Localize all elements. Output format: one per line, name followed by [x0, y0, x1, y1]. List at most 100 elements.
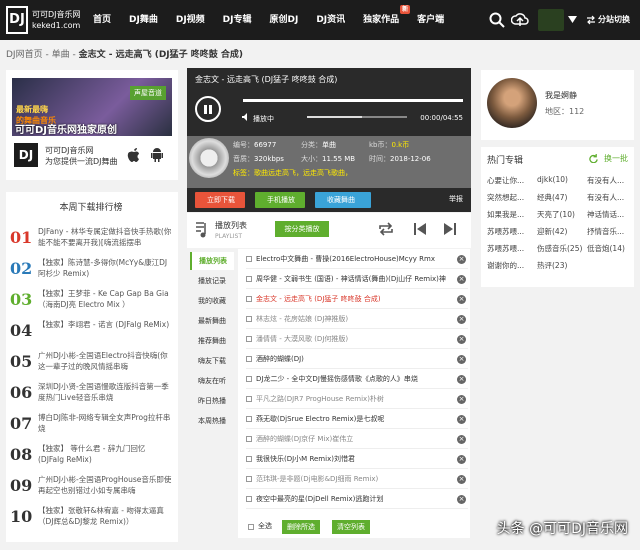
playlist-row[interactable]: 夜空中最亮的星(DjDell Remix)逃跑计划 ×	[246, 491, 468, 509]
playlist-menu-item[interactable]: 推荐舞曲	[190, 332, 234, 350]
refresh-icon[interactable]	[589, 154, 598, 163]
site-switch[interactable]: 分站切换	[598, 14, 630, 25]
album-link[interactable]: 低音炮(14)	[587, 243, 625, 254]
row-checkbox[interactable]	[246, 496, 252, 502]
playlist-menu-item[interactable]: 嗨友下载	[190, 352, 234, 370]
album-link[interactable]: 热评(23)	[537, 260, 567, 271]
remove-icon[interactable]: ×	[457, 495, 466, 504]
remove-icon[interactable]: ×	[457, 475, 466, 484]
row-checkbox[interactable]	[246, 256, 252, 262]
playlist-menu-item[interactable]: 最新舞曲	[190, 312, 234, 330]
album-link[interactable]: 抒情音乐...	[587, 226, 624, 237]
delete-selected-button[interactable]: 删除所选	[282, 520, 320, 534]
row-checkbox[interactable]	[246, 276, 252, 282]
remove-icon[interactable]: ×	[457, 315, 466, 324]
nav-client[interactable]: 客户端	[408, 0, 453, 40]
playlist-row[interactable]: 酒醉的蝴蝶(DJ京仔 Mix)崔伟立 ×	[246, 431, 468, 449]
report-link[interactable]: 举报	[449, 194, 463, 204]
remove-icon[interactable]: ×	[457, 255, 466, 264]
remove-icon[interactable]: ×	[457, 335, 466, 344]
remove-icon[interactable]: ×	[457, 375, 466, 384]
row-checkbox[interactable]	[246, 416, 252, 422]
chart-item[interactable]: 03 【独家】王梦菲 - Ke Cap Gap Ba Gia（海南DJ亮 Elec…	[10, 288, 170, 316]
playlist-row[interactable]: 平凡之路(DJR7 ProgHouse Remix)朴树 ×	[246, 391, 468, 409]
dj-name[interactable]: 我是婀静	[545, 90, 577, 101]
playlist-menu-item[interactable]: 嗨友在听	[190, 372, 234, 390]
remove-icon[interactable]: ×	[457, 275, 466, 284]
chevron-down-icon[interactable]	[568, 16, 577, 23]
download-button[interactable]: 立即下载	[195, 192, 245, 208]
row-checkbox[interactable]	[246, 396, 252, 402]
next-icon[interactable]	[441, 221, 459, 237]
nav-home[interactable]: 首页	[84, 0, 120, 40]
progress-bar[interactable]	[243, 99, 463, 102]
playlist-row[interactable]: Electro中文舞曲 - 曹操(2016ElectroHouse)Mcyy R…	[246, 251, 468, 269]
playlist-menu-item[interactable]: 播放列表	[190, 252, 234, 270]
nav-original-dj[interactable]: 原创DJ	[261, 0, 308, 40]
site-name[interactable]: 可可DJ音乐网 keked1.com	[32, 9, 81, 31]
playlist-row[interactable]: 燕无歇(DjSrue Electro Remix)是七叔呢 ×	[246, 411, 468, 429]
playlist-row[interactable]: 周华健 - 文弱书生 (国语) - 神话情话(舞曲)(Dj山仔 Remix)神 ×	[246, 271, 468, 289]
repeat-icon[interactable]	[377, 221, 395, 237]
chart-item[interactable]: 10 【独家】张敬轩&林宥嘉 - 吻得太逼真（DJ辉总&DJ黎龙 Remix)）	[10, 505, 170, 533]
playlist-menu-item[interactable]: 播放记录	[190, 272, 234, 290]
remove-icon[interactable]: ×	[457, 295, 466, 304]
playlist-row[interactable]: 酒醉的蝴蝶(DJ) ×	[246, 351, 468, 369]
playlist-row[interactable]: 范玮琪-是非题(Dj电影&DJ细雨 Remix) ×	[246, 471, 468, 489]
nav-dj-albums[interactable]: DJ专辑	[214, 0, 261, 40]
remove-icon[interactable]: ×	[457, 455, 466, 464]
row-checkbox[interactable]	[246, 336, 252, 342]
breadcrumb-home[interactable]: DJ网首页	[6, 50, 43, 60]
album-link[interactable]: 迎新(42)	[537, 226, 567, 237]
remove-icon[interactable]: ×	[457, 435, 466, 444]
remove-icon[interactable]: ×	[457, 395, 466, 404]
nav-dj-video[interactable]: DJ视频	[167, 0, 214, 40]
album-link[interactable]: djkk(10)	[537, 175, 568, 184]
favorite-button[interactable]: 收藏舞曲	[315, 192, 371, 208]
promo-banner[interactable]: 声屋音道 最新最嗨 的舞曲音乐 可可DJ音乐网独家原创	[12, 78, 172, 136]
chart-item[interactable]: 06 深圳DJ小贤-全国语慢歌连版抖音第一季度热门Live轻音乐串烧	[10, 381, 170, 409]
album-link[interactable]: 有没有人...	[587, 192, 624, 203]
chart-item[interactable]: 09 广州DJ小彬-全国语ProgHouse音乐即使再起空也别错过小如专属串嗨	[10, 474, 171, 502]
playlist-menu-item[interactable]: 昨日热播	[190, 392, 234, 410]
playlist-row[interactable]: 金志文 - 远走高飞 (DJ猛子 咚咚鼓 合成) ×	[246, 291, 468, 309]
row-checkbox[interactable]	[246, 356, 252, 362]
nav-dj-tracks[interactable]: DJ舞曲	[120, 0, 167, 40]
search-icon[interactable]	[488, 11, 506, 29]
remove-icon[interactable]: ×	[457, 355, 466, 364]
chart-item[interactable]: 04 【独家】李翊君 - 诺言 (DJFalg ReMix)	[10, 319, 170, 347]
album-link[interactable]: 谢谢你的...	[487, 260, 524, 271]
playlist-menu-item[interactable]: 我的收藏	[190, 292, 234, 310]
app-logo[interactable]: DJ	[14, 143, 38, 167]
row-checkbox[interactable]	[246, 436, 252, 442]
select-all-checkbox[interactable]	[248, 524, 254, 530]
playlist-row[interactable]: 林志炫 - 花房姑娘 (DJ神推版) ×	[246, 311, 468, 329]
select-all-label[interactable]: 全选	[258, 521, 272, 531]
remove-icon[interactable]: ×	[457, 415, 466, 424]
album-link[interactable]: 突然想起...	[487, 192, 524, 203]
play-by-category-button[interactable]: 按分类播放	[275, 221, 329, 237]
user-avatar[interactable]	[538, 9, 564, 31]
row-checkbox[interactable]	[246, 376, 252, 382]
clear-list-button[interactable]: 清空列表	[332, 520, 370, 534]
previous-icon[interactable]	[411, 221, 429, 237]
apple-icon[interactable]	[127, 146, 141, 162]
row-checkbox[interactable]	[246, 296, 252, 302]
row-checkbox[interactable]	[246, 456, 252, 462]
playlist-row[interactable]: DJ龙二少 - 全中文DJ慢摇伤感情歌《点歌的人》串烧 ×	[246, 371, 468, 389]
album-link[interactable]: 苏喂苏喂...	[487, 243, 524, 254]
nav-dj-news[interactable]: DJ资讯	[307, 0, 354, 40]
site-logo[interactable]: DJ	[6, 6, 28, 34]
playlist-row[interactable]: 潘倩倩 - 大漠风歌 (DJ何推版) ×	[246, 331, 468, 349]
album-link[interactable]: 神话情话...	[587, 209, 624, 220]
album-link[interactable]: 如果我是...	[487, 209, 524, 220]
breadcrumb-section[interactable]: 单曲	[52, 50, 70, 60]
chart-item[interactable]: 05 广州DJ小彬-全国语Electro抖音快嗨(你这一辈子过的晚风情摇串嗨	[10, 350, 170, 378]
chart-item[interactable]: 02 【独家】陈诗慧-多得你(McYy&康江DJ阿杉少 Remix)	[10, 257, 170, 285]
album-link[interactable]: 有没有人...	[587, 175, 624, 186]
nav-exclusive[interactable]: 独家作品新	[354, 0, 411, 40]
album-link[interactable]: 苏喂苏喂...	[487, 226, 524, 237]
pause-button[interactable]	[195, 96, 221, 122]
row-checkbox[interactable]	[246, 476, 252, 482]
upload-icon[interactable]	[511, 11, 529, 29]
